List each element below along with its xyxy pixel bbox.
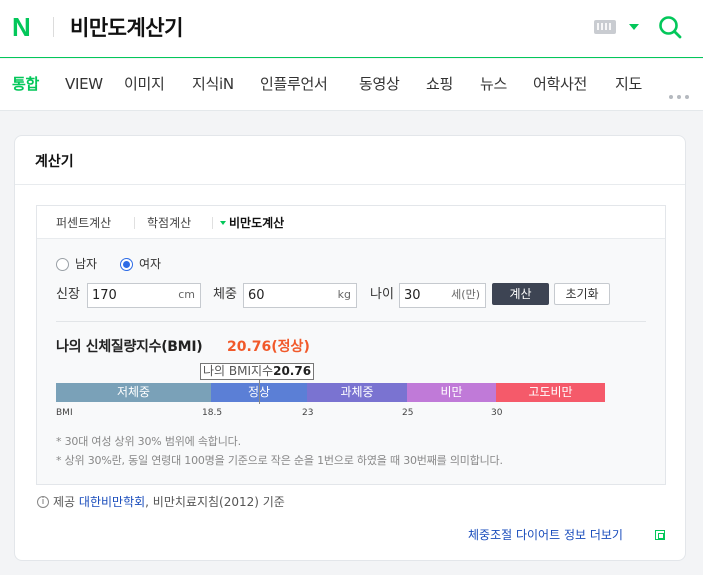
diet-info-more-link[interactable]: 체중조절 다이어트 정보 더보기 xyxy=(468,527,623,544)
dropdown-triangle-icon[interactable] xyxy=(629,24,639,30)
tab-map[interactable]: 지도 xyxy=(615,74,642,94)
card-divider xyxy=(15,184,685,185)
scale-tick-label: 23 xyxy=(302,408,314,418)
tab-knowledge-in[interactable]: 지식iN xyxy=(192,74,234,94)
source-link[interactable]: 대한비만학회 xyxy=(79,495,145,509)
weight-field[interactable]: kg xyxy=(243,283,357,308)
reset-button[interactable]: 초기화 xyxy=(554,283,610,305)
weight-unit: kg xyxy=(337,288,351,301)
tab-shopping[interactable]: 쇼핑 xyxy=(426,74,453,94)
scale-tick-label: BMI xyxy=(56,408,73,418)
tab-news[interactable]: 뉴스 xyxy=(480,74,507,94)
percentile-note: * 30대 여성 상위 30% 범위에 속합니다. xyxy=(56,435,241,448)
search-header: N 비만도계산기 xyxy=(0,0,703,58)
tab-grade-calc[interactable]: 학점계산 xyxy=(147,215,191,231)
tab-separator xyxy=(212,217,213,229)
search-category-tabs: 통합 VIEW 이미지 지식iN 인플루언서 동영상 쇼핑 뉴스 어학사전 지도 xyxy=(0,59,703,111)
height-field[interactable]: cm xyxy=(87,283,201,308)
tab-images[interactable]: 이미지 xyxy=(124,74,165,94)
tab-video[interactable]: 동영상 xyxy=(359,74,400,94)
bmi-calculator-panel: 퍼센트계산 학점계산 비만도계산 남자 여자 신장 cm 체중 kg 나이 세(… xyxy=(36,205,666,485)
tab-separator xyxy=(134,217,135,229)
gender-female-radio[interactable] xyxy=(120,258,133,271)
bmi-scale-bar: 저체중 정상 과체중 비만 고도비만 xyxy=(56,383,605,402)
active-tab-arrow-icon xyxy=(220,221,226,225)
bmi-marker-line xyxy=(259,380,260,404)
keyboard-icon[interactable] xyxy=(594,20,616,34)
scale-segment-underweight: 저체중 xyxy=(56,383,211,402)
scale-segment-overweight: 과체중 xyxy=(307,383,407,402)
calculate-button[interactable]: 계산 xyxy=(492,283,549,305)
tab-influencer[interactable]: 인플루언서 xyxy=(260,74,328,94)
gender-male-label[interactable]: 남자 xyxy=(75,256,97,273)
bmi-marker-label: 나의 BMI지수20.76 xyxy=(200,363,315,380)
calculator-card: 계산기 퍼센트계산 학점계산 비만도계산 남자 여자 신장 cm 체중 kg 나… xyxy=(14,135,686,561)
tab-dictionary[interactable]: 어학사전 xyxy=(533,74,587,94)
scale-tick-label: 18.5 xyxy=(202,408,223,418)
age-label: 나이 xyxy=(370,287,394,302)
tab-integrated[interactable]: 통합 xyxy=(12,74,39,94)
age-field[interactable]: 세(만) xyxy=(399,283,486,308)
scale-segment-severely-obese: 고도비만 xyxy=(496,383,605,402)
search-icon[interactable] xyxy=(658,15,682,39)
source-attribution: 제공 대한비만학회, 비만치료지침(2012) 기준 xyxy=(53,494,285,511)
age-unit: 세(만) xyxy=(451,288,480,301)
logo-divider xyxy=(53,17,54,37)
scale-tick-label: 25 xyxy=(402,408,414,418)
height-label: 신장 xyxy=(56,287,80,302)
more-icon[interactable] xyxy=(669,84,693,99)
tab-percent-calc[interactable]: 퍼센트계산 xyxy=(56,215,111,231)
bmi-result-value: 20.76(정상) xyxy=(227,339,310,355)
tab-bmi-calc[interactable]: 비만도계산 xyxy=(229,215,284,231)
source-suffix: , 비만치료지침(2012) 기준 xyxy=(145,495,285,509)
tab-view[interactable]: VIEW xyxy=(65,74,103,94)
external-link-icon[interactable] xyxy=(655,530,665,540)
bmi-result-label: 나의 신체질량지수(BMI) xyxy=(56,339,203,355)
card-title: 계산기 xyxy=(35,154,74,170)
height-unit: cm xyxy=(178,288,195,301)
marker-value: 20.76 xyxy=(273,364,312,378)
gender-male-radio[interactable] xyxy=(56,258,69,271)
weight-label: 체중 xyxy=(213,287,237,302)
panel-divider xyxy=(56,321,646,322)
source-prefix: 제공 xyxy=(53,495,76,509)
info-icon: i xyxy=(37,496,49,508)
scale-segment-obese: 비만 xyxy=(407,383,496,402)
calculator-type-tabs: 퍼센트계산 학점계산 비만도계산 xyxy=(37,206,665,239)
percentile-explanation: * 상위 30%란, 동일 연령대 100명을 기준으로 작은 순을 1번으로 … xyxy=(56,454,503,467)
scale-tick-label: 30 xyxy=(491,408,503,418)
gender-female-label[interactable]: 여자 xyxy=(139,256,161,273)
search-query-text[interactable]: 비만도계산기 xyxy=(70,13,183,43)
marker-prefix: 나의 BMI지수 xyxy=(203,364,274,378)
naver-logo[interactable]: N xyxy=(12,14,36,40)
